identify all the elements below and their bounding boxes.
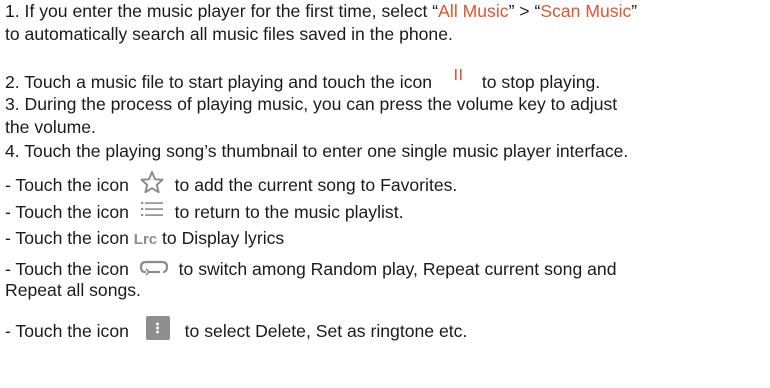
step-2: 2. Touch a music file to start playing a…	[5, 69, 600, 93]
bullet-repeat-line-2: Repeat all songs.	[5, 280, 141, 300]
scan-music-label: Scan Music	[540, 1, 632, 21]
bullet-menu: - Touch the icon to select Delete, Set a…	[5, 316, 467, 342]
lyrics-icon: Lrc	[133, 231, 158, 248]
step-1-line-2: to automatically search all music files …	[5, 24, 453, 44]
step-4: 4. Touch the playing song’s thumbnail to…	[5, 141, 629, 161]
bullet-playlist: - Touch the icon to return to the music …	[5, 200, 404, 222]
repeat-icon	[136, 257, 172, 277]
bullet-repeat-line-1: - Touch the icon to switch among Random …	[5, 257, 617, 279]
list-icon	[138, 200, 166, 218]
star-icon	[138, 170, 166, 194]
step-3-line-2: the volume.	[5, 117, 96, 137]
pause-icon	[437, 69, 477, 89]
all-music-label: All Music	[438, 1, 509, 21]
bullet-lyrics: - Touch the icon Lrc to Display lyrics	[5, 228, 285, 248]
step-1-line-1: 1. If you enter the music player for the…	[5, 1, 638, 21]
more-menu-icon	[145, 316, 170, 340]
step-3-line-1: 3. During the process of playing music, …	[5, 94, 618, 114]
bullet-favorites: - Touch the icon to add the current song…	[5, 170, 457, 196]
